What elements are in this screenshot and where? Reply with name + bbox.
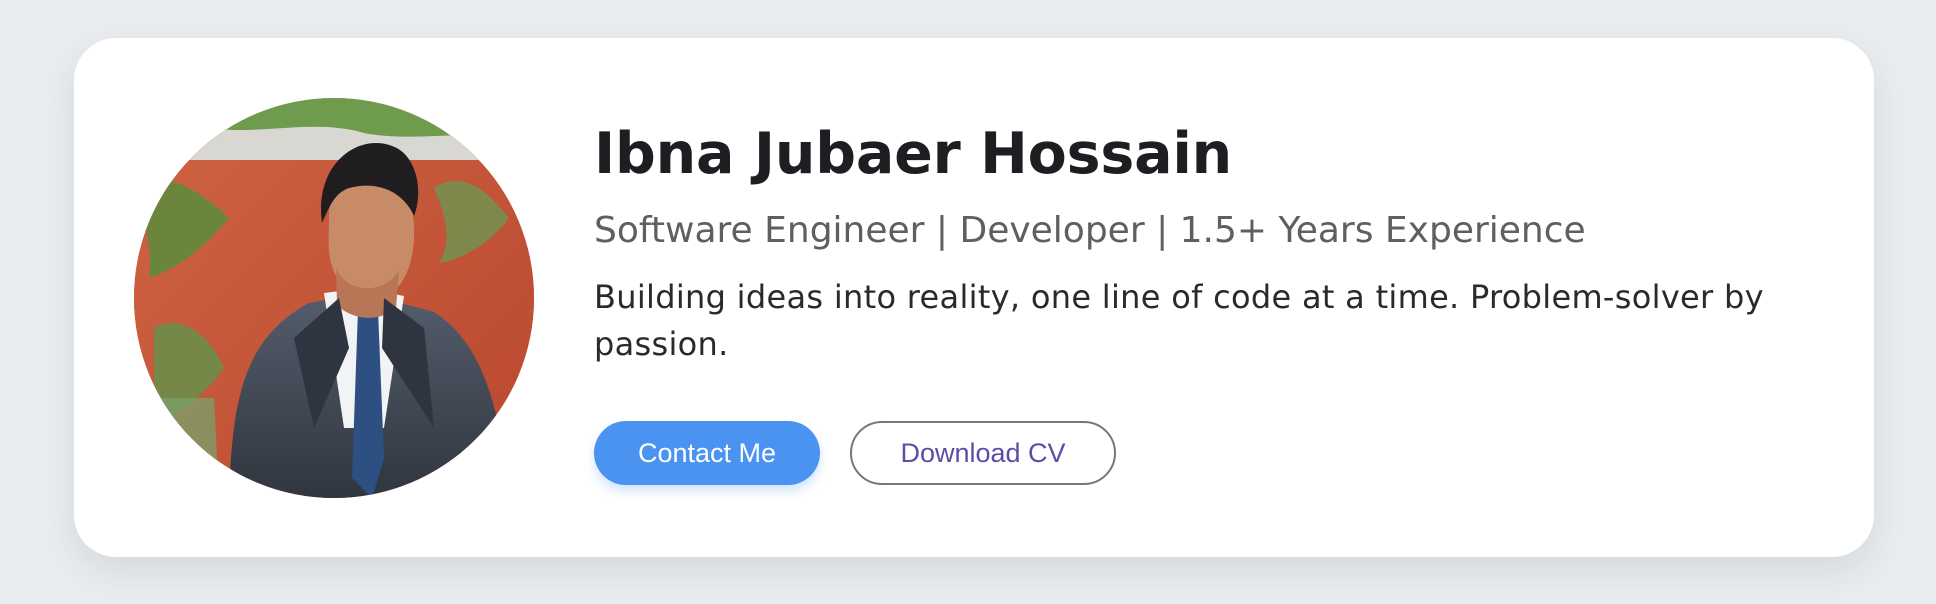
profile-bio: Building ideas into reality, one line of…	[594, 278, 1764, 363]
page-background: Ibna Jubaer Hossain Software Engineer | …	[0, 0, 1936, 604]
profile-actions: Contact Me Download CV	[594, 421, 1116, 485]
profile-content: Ibna Jubaer Hossain Software Engineer | …	[594, 118, 1794, 368]
profile-name: Ibna Jubaer Hossain	[594, 121, 1233, 187]
profile-avatar	[134, 98, 534, 498]
profile-subtitle: Software Engineer | Developer | 1.5+ Yea…	[594, 210, 1586, 251]
contact-me-button[interactable]: Contact Me	[594, 421, 820, 485]
download-cv-button[interactable]: Download CV	[850, 421, 1116, 485]
profile-photo-icon	[134, 98, 534, 498]
